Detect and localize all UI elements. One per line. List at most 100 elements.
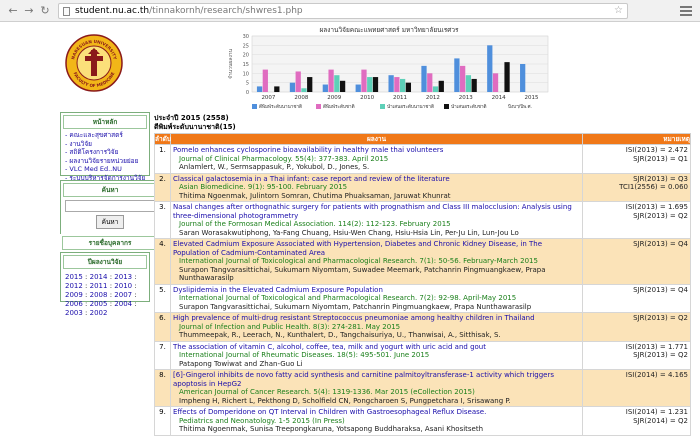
publication-title-link[interactable]: [6]-Gingerol inhibits de novo fatty acid… bbox=[173, 371, 580, 388]
sidebar-link-1[interactable]: - งานวิจัย bbox=[61, 140, 149, 149]
browser-menu-icon[interactable] bbox=[680, 4, 692, 16]
back-icon[interactable]: ← bbox=[6, 4, 20, 18]
year-separator: : bbox=[82, 273, 90, 281]
sidebar-link-4[interactable]: - VLC Med Ed..NU bbox=[61, 165, 149, 174]
staff-list-button[interactable]: รายชื่อบุคลากร bbox=[62, 236, 158, 250]
table-row: 1. Pomelo enhances cyclosporine bioavaila… bbox=[154, 144, 691, 174]
year-link-2013[interactable]: 2013 bbox=[114, 273, 132, 281]
bar-นำเสนอระดับชาติ bbox=[504, 62, 510, 92]
bar-ตีพิมพ์ระดับชาติ bbox=[492, 73, 499, 92]
row-number: 1. bbox=[154, 144, 171, 174]
year-link-2014[interactable]: 2014 bbox=[90, 273, 108, 281]
x-tick-label: 2014 bbox=[492, 95, 506, 101]
legend-swatch bbox=[444, 104, 449, 109]
publication-title-link[interactable]: High prevalence of multi-drug resistant … bbox=[173, 314, 580, 323]
bar-ตีพิมพ์ระดับนานาชาติ bbox=[454, 58, 460, 92]
year-separator: : bbox=[82, 309, 90, 317]
column-header-work: ผลงาน bbox=[170, 133, 583, 145]
impact-index: TCI1(2556) = 0.060 bbox=[619, 183, 688, 191]
bookmark-star-icon[interactable]: ☆ bbox=[614, 4, 623, 18]
year-link-2002[interactable]: 2002 bbox=[90, 309, 108, 317]
bar-นำเสนอระดับนานาชาติ bbox=[400, 78, 406, 92]
y-axis-label: จำนวนผลงาน bbox=[228, 48, 234, 79]
reload-icon[interactable]: ↻ bbox=[38, 4, 52, 18]
address-bar[interactable]: student.nu.ac.th/tinnakornh/research/shw… bbox=[58, 3, 628, 19]
bar-นำเสนอระดับนานาชาติ bbox=[432, 86, 439, 92]
index-cell: SJR(2013) = Q3 TCI1(2556) = 0.060 bbox=[582, 172, 691, 202]
index-cell: ISI(2014) = 4.165 bbox=[582, 369, 691, 407]
row-number: 4. bbox=[154, 238, 171, 285]
impact-index: SJR(2014) = Q2 bbox=[633, 416, 688, 425]
impact-index: ISI(2014) = 1.231 bbox=[625, 408, 688, 416]
year-link-2011[interactable]: 2011 bbox=[90, 282, 108, 290]
year-link-2005[interactable]: 2005 bbox=[90, 300, 108, 308]
year-link-2008[interactable]: 2008 bbox=[90, 291, 108, 299]
chart-title: ผลงานวิจัยคณะแพทยศาสตร์ มหาวิทยาลัยนเรศว… bbox=[319, 26, 459, 34]
legend-label: นำเสนอระดับชาติ bbox=[451, 103, 487, 110]
publication-title-link[interactable]: Elevated Cadmium Exposure Associated wit… bbox=[173, 240, 580, 257]
publication-title-link[interactable]: Pomelo enhances cyclosporine bioavailabi… bbox=[173, 146, 580, 155]
publication-journal: Journal of Clinical Pharmacology. 55(4):… bbox=[179, 154, 389, 163]
impact-index: SJR(2013) = Q1 bbox=[633, 154, 688, 163]
sidebar-link-3[interactable]: - ผลงานวิจัยรายหน่วยย่อย bbox=[61, 157, 149, 166]
publication-title-link[interactable]: The association of vitamin C, alcohol, c… bbox=[173, 343, 580, 352]
year-separator: : bbox=[82, 300, 90, 308]
year-separator: : bbox=[132, 291, 137, 299]
page-content: NARESUAN UNIVERSITY FACULTY OF MEDICINE … bbox=[0, 22, 700, 436]
year-link-2012[interactable]: 2012 bbox=[65, 282, 83, 290]
publication-cell: [6]-Gingerol inhibits de novo fatty acid… bbox=[170, 369, 583, 407]
publication-title-link[interactable]: Nasal changes after orthognathic surgery… bbox=[173, 203, 580, 220]
publication-cell: Elevated Cadmium Exposure Associated wit… bbox=[170, 238, 583, 285]
sidebar-link-2[interactable]: - สถิติโครงการวิจัย bbox=[61, 148, 149, 157]
publication-journal: American Journal of Cancer Research. 5(4… bbox=[179, 388, 475, 396]
publication-rows: 1. Pomelo enhances cyclosporine bioavaila… bbox=[154, 144, 691, 436]
bar-นำเสนอระดับชาติ bbox=[438, 80, 444, 92]
publication-title-link[interactable]: Effects of Domperidone on QT Interval in… bbox=[173, 408, 580, 417]
year-link-2015[interactable]: 2015 bbox=[65, 273, 83, 281]
y-tick-label: 10 bbox=[243, 71, 249, 77]
publication-title-link[interactable]: Classical galactosemia in a Thai infant:… bbox=[173, 175, 580, 184]
index-cell: ISI(2014) = 1.231 SJR(2014) = Q2 bbox=[582, 406, 691, 436]
bar-นำเสนอระดับนานาชาติ bbox=[301, 88, 307, 92]
search-input[interactable] bbox=[65, 200, 157, 212]
publication-authors: Impheng H, Richert L, Pekthong D, Scholf… bbox=[179, 396, 511, 405]
x-tick-label: 2009 bbox=[327, 95, 341, 101]
y-tick-label: 15 bbox=[243, 62, 249, 68]
bar-ตีพิมพ์ระดับนานาชาติ bbox=[487, 45, 493, 92]
table-row: 6. High prevalence of multi-drug resistan… bbox=[154, 312, 691, 342]
y-tick-label: 0 bbox=[246, 90, 249, 96]
bar-ตีพิมพ์ระดับชาติ bbox=[394, 77, 400, 92]
bar-ตีพิมพ์ระดับชาติ bbox=[427, 73, 433, 92]
category-heading: ตีพิมพ์ระดับนานาชาติ(15) bbox=[154, 123, 236, 131]
bar-นำเสนอระดับชาติ bbox=[339, 80, 346, 92]
row-number: 5. bbox=[154, 283, 171, 313]
publication-table: ลำดับ ผลงาน หมายเหตุ 1. Pomelo enhances c… bbox=[154, 133, 691, 436]
publication-authors: Surapon Tangvarasittichai, Sukumarn Niyo… bbox=[179, 302, 532, 311]
sidebar-link-0[interactable]: - คณะและสุขศาสตร์ bbox=[61, 131, 149, 140]
year-link-2010[interactable]: 2010 bbox=[114, 282, 132, 290]
year-link-2006[interactable]: 2006 bbox=[65, 300, 83, 308]
table-row: 3. Nasal changes after orthognathic surge… bbox=[154, 201, 691, 239]
faculty-logo: NARESUAN UNIVERSITY FACULTY OF MEDICINE bbox=[65, 34, 123, 92]
forward-icon[interactable]: → bbox=[22, 4, 36, 18]
bar-นำเสนอระดับชาติ bbox=[405, 82, 412, 92]
row-number: 8. bbox=[154, 369, 171, 407]
search-panel: ค้นหา ค้นหา bbox=[60, 180, 160, 240]
search-title: ค้นหา bbox=[63, 183, 157, 197]
bar-นำเสนอระดับนานาชาติ bbox=[465, 75, 472, 92]
publication-cell: Effects of Domperidone on QT Interval in… bbox=[170, 406, 583, 436]
publication-title-link[interactable]: Dyslipidemia in the Elevated Cadmium Exp… bbox=[173, 286, 580, 295]
year-link-2004[interactable]: 2004 bbox=[114, 300, 132, 308]
impact-index: SJR(2013) = Q4 bbox=[633, 240, 688, 248]
impact-index: ISI(2014) = 4.165 bbox=[625, 371, 688, 379]
y-tick-label: 5 bbox=[246, 81, 249, 87]
year-link-2009[interactable]: 2009 bbox=[65, 291, 83, 299]
bar-ตีพิมพ์ระดับนานาชาติ bbox=[256, 86, 263, 92]
bar-ตีพิมพ์ระดับชาติ bbox=[361, 69, 367, 92]
publication-cell: Classical galactosemia in a Thai infant:… bbox=[170, 172, 583, 202]
year-link-2007[interactable]: 2007 bbox=[114, 291, 132, 299]
bar-ตีพิมพ์ระดับนานาชาติ bbox=[421, 65, 427, 92]
bar-ตีพิมพ์ระดับนานาชาติ bbox=[289, 82, 296, 92]
year-link-2003[interactable]: 2003 bbox=[65, 309, 83, 317]
search-button[interactable]: ค้นหา bbox=[95, 215, 125, 229]
